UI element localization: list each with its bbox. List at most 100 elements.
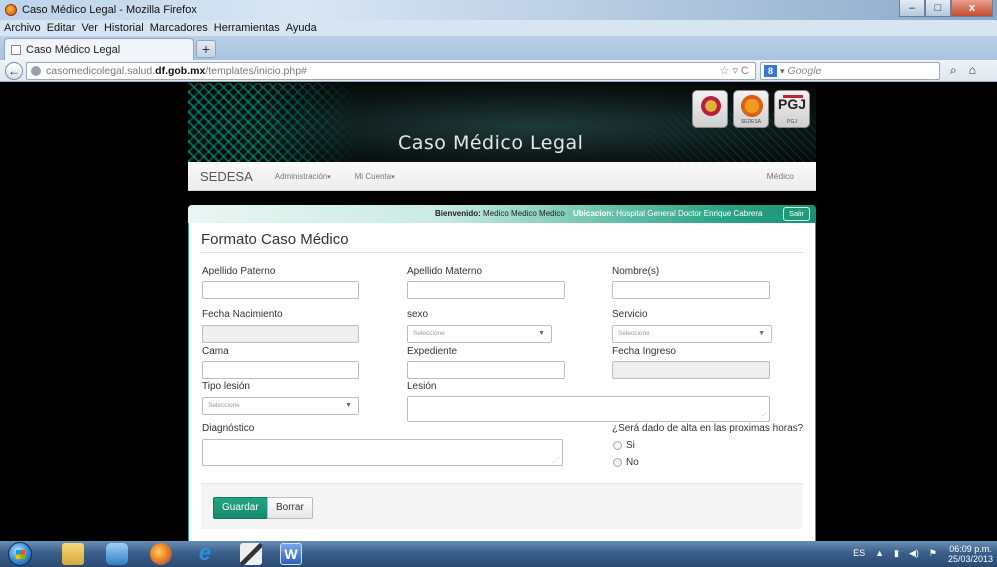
browser-tab[interactable]: Caso Médico Legal (4, 38, 194, 60)
close-button[interactable]: x (951, 0, 993, 17)
firefox-taskbar-icon[interactable] (150, 543, 172, 565)
toolbar-right: ⌕ ⌂ (950, 63, 988, 78)
sexo-select-value: Seleccione (413, 330, 445, 337)
radio-button-icon[interactable] (613, 458, 622, 467)
url-bar[interactable]: casomedicolegal.salud.df.gob.mx/template… (26, 62, 756, 80)
label-nombres: Nombre(s) (612, 266, 660, 277)
app-taskbar-icon[interactable] (240, 543, 262, 565)
radio-button-icon[interactable] (613, 441, 622, 450)
menu-editar[interactable]: Editar (47, 22, 76, 34)
tab-label: Caso Médico Legal (26, 43, 121, 56)
sexo-select[interactable]: Seleccione ▼ (407, 325, 552, 343)
nav-user-role[interactable]: Médico (767, 171, 794, 181)
bookmark-reload-icons[interactable]: ☆ ▿ C (720, 64, 749, 77)
site-banner: Caso Médico Legal SEDESA PGJ PGJ (188, 83, 816, 162)
menu-herramientas[interactable]: Herramientas (214, 22, 280, 34)
save-button[interactable]: Guardar (213, 497, 268, 519)
word-icon[interactable]: W (280, 543, 302, 565)
url-text: casomedicolegal.salud.df.gob.mx/template… (46, 65, 307, 77)
site-identity-icon[interactable] (31, 66, 41, 76)
nav-administracion[interactable]: Administración▾ (275, 172, 331, 181)
search-placeholder: Google (787, 65, 822, 77)
nav-mi-cuenta[interactable]: Mi Cuenta▾ (355, 172, 395, 181)
location-text: Ubicacion: Hospital General Doctor Enriq… (573, 209, 763, 218)
diagnostico-textarea[interactable]: ⋰ (202, 439, 563, 466)
windows-logo-icon (16, 550, 25, 559)
label-lesion: Lesión (407, 381, 437, 392)
navbar-brand[interactable]: SEDESA (200, 169, 253, 184)
menubar: Archivo Editar Ver Historial Marcadores … (0, 20, 997, 36)
internet-explorer-icon[interactable]: e (194, 542, 216, 565)
welcome-text: Bienvenido: Medico Medico Medico (435, 209, 565, 218)
minimize-button[interactable]: – (899, 0, 925, 17)
dropdown-arrow-icon: ▼ (758, 330, 765, 337)
maximize-button[interactable]: □ (925, 0, 951, 17)
tipo-lesion-select-value: Seleccione (208, 402, 240, 409)
fecha-ingreso-input[interactable] (612, 361, 770, 379)
media-player-icon[interactable] (106, 543, 128, 565)
action-center-icon[interactable]: ⚑ (929, 548, 937, 559)
nombres-input[interactable] (612, 281, 770, 299)
label-apellido-materno: Apellido Materno (407, 266, 483, 277)
servicio-select[interactable]: Seleccione ▼ (612, 325, 772, 343)
taskbar-clock[interactable]: 06:09 p.m. 25/03/2013 (948, 544, 993, 564)
menu-marcadores[interactable]: Marcadores (150, 22, 208, 34)
navigation-toolbar: ← casomedicolegal.salud.df.gob.mx/templa… (0, 60, 997, 82)
apellido-paterno-input[interactable] (202, 281, 359, 299)
pgj-logo: PGJ PGJ (774, 90, 810, 128)
page-favicon-icon (11, 44, 21, 55)
search-engine-dropdown-icon[interactable]: ▾ (780, 66, 785, 77)
expediente-input[interactable] (407, 361, 565, 379)
label-apellido-paterno: Apellido Paterno (202, 266, 276, 277)
volume-icon[interactable]: ◀) (909, 548, 919, 559)
label-sexo: sexo (407, 309, 429, 320)
language-indicator[interactable]: ES (853, 548, 865, 559)
menu-historial[interactable]: Historial (104, 22, 144, 34)
taskbar: e W ES ▲ ▮ ◀) ⚑ 06:09 p.m. 25/03/2013 (0, 541, 997, 567)
dropdown-arrow-icon: ▼ (345, 402, 352, 409)
label-diagnostico: Diagnóstico (202, 423, 255, 434)
divider (201, 252, 803, 253)
menu-ayuda[interactable]: Ayuda (286, 22, 317, 34)
servicio-select-value: Seleccione (618, 330, 650, 337)
label-alta-question: ¿Será dado de alta en las proximas horas… (612, 423, 804, 434)
clear-button[interactable]: Borrar (267, 497, 313, 519)
label-servicio: Servicio (612, 309, 648, 320)
start-button[interactable] (8, 542, 32, 566)
form-panel: Formato Caso Médico Apellido Paterno Ape… (188, 223, 816, 541)
radio-alta-no[interactable]: No (613, 457, 639, 468)
form-actions: Guardar Borrar (201, 483, 803, 529)
tray-expand-icon[interactable]: ▲ (875, 548, 884, 559)
new-tab-button[interactable]: + (196, 40, 216, 58)
fecha-nacimiento-input[interactable] (202, 325, 359, 343)
resize-grip-icon[interactable]: ⋰ (760, 412, 767, 420)
file-explorer-icon[interactable] (62, 543, 84, 565)
magnifier-icon[interactable]: ⌕ (950, 63, 957, 77)
clock-time: 06:09 p.m. (949, 544, 992, 554)
tabbar: Caso Médico Legal + (0, 36, 997, 60)
chevron-down-icon: ▾ (327, 173, 331, 181)
network-icon[interactable]: ▮ (894, 548, 899, 559)
search-bar[interactable]: 8 ▾ Google (760, 62, 940, 80)
cama-input[interactable] (202, 361, 359, 379)
radio-alta-no-label: No (626, 457, 639, 468)
session-infobar: Bienvenido: Medico Medico Medico Ubicaci… (188, 205, 816, 223)
banner-logos: SEDESA PGJ PGJ (687, 90, 810, 128)
home-icon[interactable]: ⌂ (969, 63, 976, 77)
apellido-materno-input[interactable] (407, 281, 565, 299)
label-fecha-nacimiento: Fecha Nacimiento (202, 309, 283, 320)
resize-grip-icon[interactable]: ⋰ (553, 456, 560, 464)
chevron-down-icon: ▾ (391, 173, 395, 181)
banner-title: Caso Médico Legal (398, 132, 584, 154)
menu-ver[interactable]: Ver (81, 22, 98, 34)
menu-archivo[interactable]: Archivo (4, 22, 41, 34)
back-button[interactable]: ← (5, 62, 23, 80)
form-title: Formato Caso Médico (201, 231, 349, 248)
lesion-textarea[interactable]: ⋰ (407, 396, 770, 422)
tipo-lesion-select[interactable]: Seleccione ▼ (202, 397, 359, 415)
window-controls: – □ x (899, 0, 993, 17)
radio-alta-si[interactable]: Si (613, 440, 635, 451)
window-title: Caso Médico Legal - Mozilla Firefox (22, 4, 197, 16)
logout-button[interactable]: Salir (782, 207, 810, 221)
google-search-icon[interactable]: 8 (764, 65, 777, 77)
